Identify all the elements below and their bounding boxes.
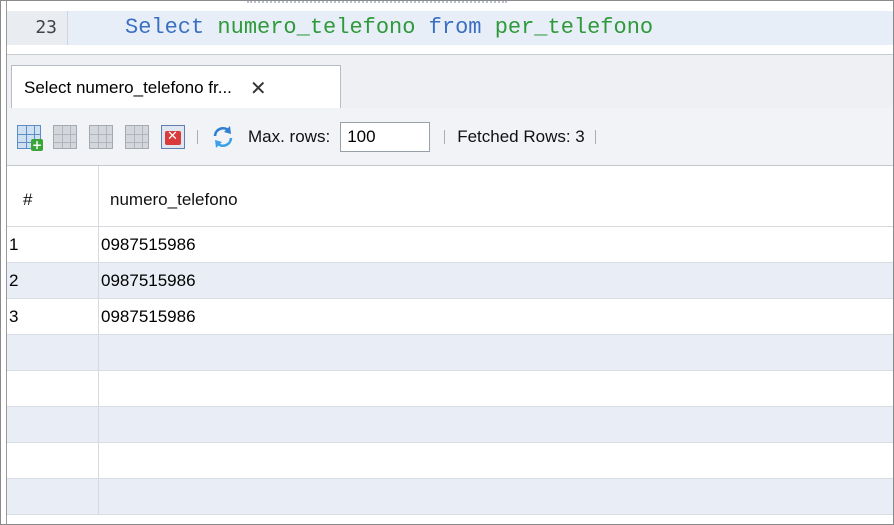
table-row[interactable]: 2 0987515986 bbox=[7, 263, 893, 299]
column-header-index[interactable]: # bbox=[7, 166, 99, 226]
empty-index-cell bbox=[7, 479, 99, 514]
toolbar-separator bbox=[197, 129, 198, 144]
max-rows-label: Max. rows: bbox=[248, 126, 331, 146]
row-index: 3 bbox=[9, 307, 19, 326]
row-index-cell[interactable]: 2 bbox=[7, 263, 99, 298]
edit-grid-icon[interactable] bbox=[53, 124, 77, 149]
current-line[interactable]: 23 Select numero_telefono from per_telef… bbox=[7, 11, 893, 45]
sql-keyword-from: from bbox=[428, 15, 482, 40]
empty-index-cell bbox=[7, 371, 99, 406]
grid-rows: 1 0987515986 2 0987515986 3 0987515986 bbox=[7, 227, 893, 515]
empty-index-cell bbox=[7, 335, 99, 370]
previous-line-fragment bbox=[247, 1, 507, 7]
empty-index-cell bbox=[7, 407, 99, 442]
toolbar-separator bbox=[444, 129, 446, 144]
delete-row-icon[interactable] bbox=[161, 124, 185, 149]
fetched-rows-label: Fetched Rows: 3 bbox=[457, 126, 585, 146]
toolbar-separator bbox=[594, 129, 596, 144]
sql-keyword-select: Select bbox=[125, 15, 205, 40]
cell-numero-telefono[interactable]: 0987515986 bbox=[101, 271, 196, 291]
table-row[interactable]: 3 0987515986 bbox=[7, 299, 893, 335]
empty-index-cell bbox=[7, 443, 99, 478]
line-number: 23 bbox=[35, 17, 57, 38]
empty-row bbox=[7, 335, 893, 371]
tab-result-query[interactable]: Select numero_telefono fr... ✕ bbox=[11, 65, 341, 109]
result-tab-strip: Select numero_telefono fr... ✕ bbox=[7, 54, 893, 110]
close-icon[interactable]: ✕ bbox=[250, 78, 267, 98]
result-grid[interactable]: # numero_telefono 1 0987515986 2 0987515… bbox=[7, 166, 893, 524]
column-header-index-label: # bbox=[23, 190, 33, 209]
empty-row bbox=[7, 407, 893, 443]
column-header-numero-telefono[interactable]: numero_telefono bbox=[110, 190, 238, 210]
cell-numero-telefono[interactable]: 0987515986 bbox=[101, 235, 196, 255]
line-gutter: 23 bbox=[7, 11, 68, 45]
row-index: 1 bbox=[9, 235, 19, 254]
tab-label: Select numero_telefono fr... bbox=[24, 77, 232, 97]
plus-badge: + bbox=[31, 137, 43, 152]
cell-numero-telefono[interactable]: 0987515986 bbox=[101, 307, 196, 327]
sql-code[interactable]: Select numero_telefono from per_telefono bbox=[125, 15, 653, 40]
sql-identifier-column: numero_telefono bbox=[217, 15, 416, 40]
window: 23 Select numero_telefono from per_telef… bbox=[0, 0, 894, 525]
empty-row bbox=[7, 371, 893, 407]
row-index: 2 bbox=[9, 271, 19, 290]
add-row-grid-icon[interactable]: + bbox=[17, 124, 43, 152]
row-index-cell[interactable]: 3 bbox=[7, 299, 99, 334]
refresh-icon[interactable] bbox=[210, 124, 236, 150]
sql-identifier-table: per_telefono bbox=[494, 15, 654, 40]
grid-header: # numero_telefono bbox=[7, 166, 893, 227]
row-index-cell[interactable]: 1 bbox=[7, 227, 99, 262]
max-rows-input[interactable] bbox=[340, 121, 431, 152]
sql-editor[interactable]: 23 Select numero_telefono from per_telef… bbox=[7, 1, 893, 54]
revert-grid-icon[interactable] bbox=[125, 124, 149, 149]
empty-row bbox=[7, 443, 893, 479]
table-row[interactable]: 1 0987515986 bbox=[7, 227, 893, 263]
result-toolbar: + Max. rows: Fetched Rows: 3 bbox=[7, 108, 893, 166]
apply-grid-icon[interactable] bbox=[89, 124, 113, 149]
empty-row bbox=[7, 479, 893, 515]
